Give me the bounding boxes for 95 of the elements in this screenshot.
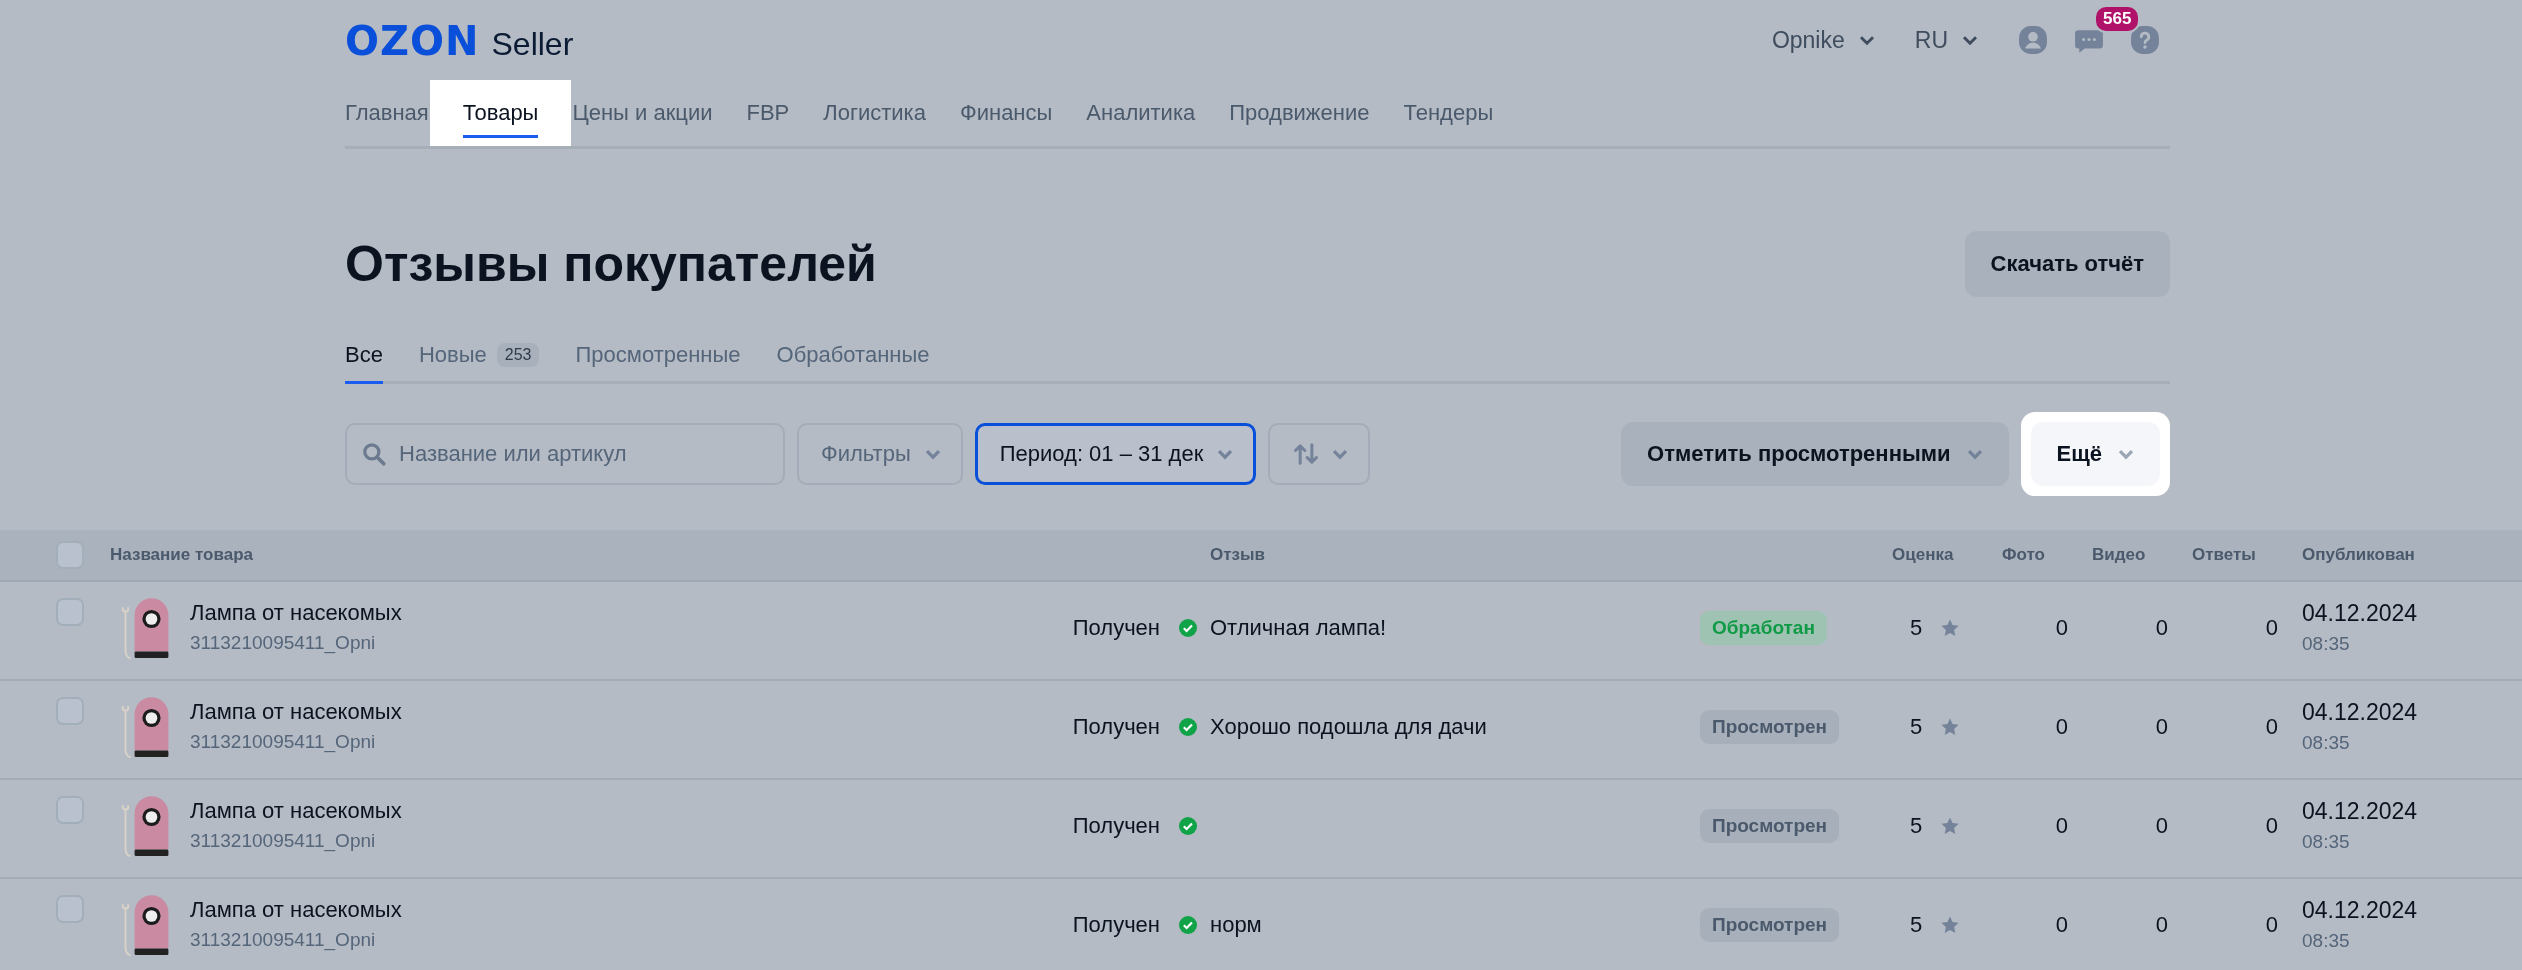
search-icon bbox=[361, 441, 387, 467]
photo-count: 0 bbox=[2055, 714, 2068, 740]
photo-count: 0 bbox=[2055, 813, 2068, 839]
filter-tab[interactable]: Просмотренные bbox=[575, 329, 741, 381]
sort-button[interactable] bbox=[1268, 423, 1371, 485]
check-circle-icon bbox=[1177, 816, 1198, 836]
seller-logo-text: Seller bbox=[491, 26, 574, 63]
delivery-status: Получен bbox=[1072, 714, 1160, 740]
video-count: 0 bbox=[2155, 714, 2168, 740]
filter-tab[interactable]: Обработанные bbox=[776, 329, 930, 381]
check-circle-icon bbox=[1177, 618, 1198, 638]
product-name[interactable]: Лампа от насекомых bbox=[190, 699, 402, 725]
help-icon[interactable] bbox=[2130, 25, 2160, 55]
star-icon bbox=[1940, 816, 1961, 836]
product-sku: 3113210095411_Opni bbox=[190, 632, 376, 654]
chevron-down-icon bbox=[2118, 448, 2134, 460]
page-title: Отзывы покупателей bbox=[345, 235, 877, 293]
delivery-status: Получен bbox=[1072, 615, 1160, 641]
product-sku: 3113210095411_Opni bbox=[190, 830, 376, 852]
delivery-status: Получен bbox=[1072, 912, 1160, 938]
sort-arrows-icon bbox=[1292, 440, 1321, 468]
chevron-down-icon bbox=[1332, 448, 1349, 460]
product-sku: 3113210095411_Opni bbox=[190, 731, 376, 753]
video-count: 0 bbox=[2155, 813, 2168, 839]
answer-count: 0 bbox=[2265, 912, 2278, 938]
user-icon[interactable] bbox=[2018, 25, 2048, 55]
photo-count: 0 bbox=[2055, 912, 2068, 938]
product-sku: 3113210095411_Opni bbox=[190, 929, 376, 951]
chevron-down-icon bbox=[924, 448, 941, 460]
delivery-status: Получен bbox=[1072, 813, 1160, 839]
status-badge: Обработан bbox=[1700, 611, 1827, 645]
status-badge: Просмотрен bbox=[1700, 809, 1840, 843]
nav-tab[interactable]: Цены и акции bbox=[555, 80, 730, 146]
chevron-down-icon bbox=[1858, 34, 1875, 46]
column-header: Отзыв bbox=[1210, 545, 1265, 565]
status-badge: Просмотрен bbox=[1700, 710, 1840, 744]
column-header: Ответы bbox=[2192, 545, 2256, 565]
star-icon bbox=[1940, 915, 1961, 935]
nav-tab[interactable]: Аналитика bbox=[1069, 80, 1213, 146]
language-dropdown[interactable]: RU bbox=[1914, 26, 1978, 54]
filters-button[interactable]: Фильтры bbox=[797, 423, 963, 485]
column-header: Название товара bbox=[110, 545, 253, 565]
nav-tab[interactable]: Финансы bbox=[942, 80, 1070, 146]
account-dropdown[interactable]: Opnike bbox=[1771, 26, 1875, 54]
nav-tab[interactable]: FBP bbox=[729, 80, 807, 146]
chevron-down-icon bbox=[1217, 448, 1234, 460]
download-report-button[interactable]: Скачать отчёт bbox=[1964, 231, 2170, 297]
check-circle-icon bbox=[1177, 717, 1198, 737]
published-time: 08:35 bbox=[2302, 732, 2350, 754]
search-field[interactable]: Название или артикул bbox=[345, 423, 785, 485]
column-header: Фото bbox=[2002, 545, 2045, 565]
photo-count: 0 bbox=[2055, 615, 2068, 641]
filter-tab[interactable]: Новые bbox=[418, 329, 487, 381]
published-date: 04.12.2024 bbox=[2302, 897, 2418, 924]
message-count-badge: 565 bbox=[2094, 5, 2141, 33]
video-count: 0 bbox=[2155, 615, 2168, 641]
nav-tab[interactable]: Продвижение bbox=[1212, 80, 1387, 146]
published-date: 04.12.2024 bbox=[2302, 798, 2418, 825]
column-header: Оценка bbox=[1892, 545, 1954, 565]
product-name[interactable]: Лампа от насекомых bbox=[190, 897, 402, 923]
star-icon bbox=[1940, 717, 1961, 737]
published-date: 04.12.2024 bbox=[2302, 600, 2418, 627]
product-name[interactable]: Лампа от насекомых bbox=[190, 798, 402, 824]
rating-value: 5 bbox=[1910, 714, 1923, 740]
chevron-down-icon bbox=[1962, 34, 1978, 46]
published-date: 04.12.2024 bbox=[2302, 699, 2418, 726]
ozon-logo[interactable]: OZON bbox=[345, 18, 480, 64]
star-icon bbox=[1940, 618, 1961, 638]
status-badge: Просмотрен bbox=[1700, 908, 1840, 942]
chevron-down-icon bbox=[1966, 448, 1983, 460]
answer-count: 0 bbox=[2265, 813, 2278, 839]
column-header: Видео bbox=[2092, 545, 2146, 565]
video-count: 0 bbox=[2155, 912, 2168, 938]
product-name[interactable]: Лампа от насекомых bbox=[190, 600, 402, 626]
count-badge: 253 bbox=[496, 343, 540, 367]
nav-tab[interactable]: Тендеры bbox=[1386, 80, 1511, 146]
rating-value: 5 bbox=[1910, 615, 1923, 641]
check-circle-icon bbox=[1177, 915, 1198, 935]
column-header: Опубликован bbox=[2302, 545, 2415, 565]
period-button[interactable]: Период: 01 – 31 дек bbox=[974, 423, 1257, 485]
answer-count: 0 bbox=[2265, 615, 2278, 641]
mark-viewed-button[interactable]: Отметить просмотренными bbox=[1621, 422, 2009, 486]
review-text[interactable]: Хорошо подошла для дачи bbox=[1210, 714, 1487, 740]
review-text[interactable]: норм bbox=[1210, 912, 1262, 938]
rating-value: 5 bbox=[1910, 813, 1923, 839]
review-text[interactable]: Отличная лампа! bbox=[1210, 615, 1387, 641]
nav-tab[interactable]: Логистика bbox=[806, 80, 943, 146]
filter-tab[interactable]: Все bbox=[345, 329, 383, 381]
answer-count: 0 bbox=[2265, 714, 2278, 740]
published-time: 08:35 bbox=[2302, 633, 2350, 655]
rating-value: 5 bbox=[1910, 912, 1923, 938]
published-time: 08:35 bbox=[2302, 930, 2350, 952]
published-time: 08:35 bbox=[2302, 831, 2350, 853]
nav-tab[interactable]: Главная bbox=[345, 80, 446, 146]
more-button[interactable]: Ещё bbox=[2030, 422, 2160, 486]
